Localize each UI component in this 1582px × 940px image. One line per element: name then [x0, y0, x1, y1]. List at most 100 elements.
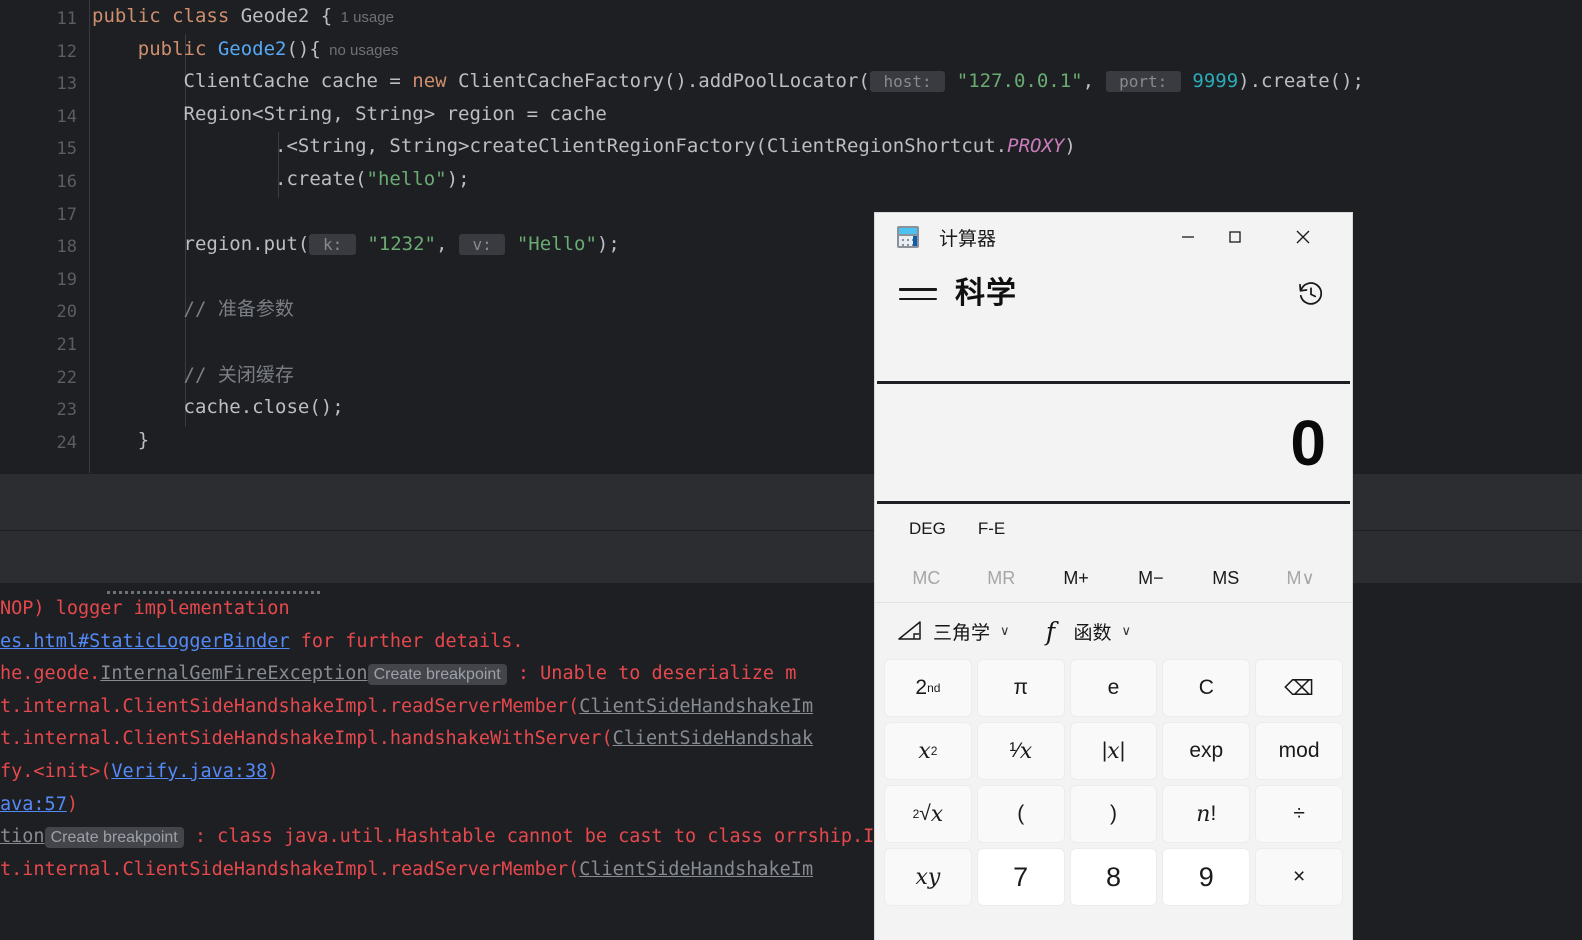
create-breakpoint-badge[interactable]: Create breakpoint [44, 827, 184, 849]
key-[interactable]: ( [976, 785, 1065, 843]
code-line[interactable]: .create("hello"); [89, 163, 1582, 196]
key-multiply[interactable]: × [1255, 848, 1343, 906]
console-text: : class java.util.Hashtable cannot be ca… [183, 826, 797, 848]
key-[interactable]: ) [1069, 785, 1158, 843]
code-token: (){ [286, 37, 321, 60]
code-token: "Hello" [516, 233, 597, 256]
code-token: , [435, 233, 459, 256]
calculator-function-row: 三角学 ∨ f 函数 ∨ [875, 602, 1352, 659]
line-number: 17 [56, 204, 77, 225]
code-token: ClientCache cache = [92, 70, 413, 93]
memory-button-m: M∨ [1286, 567, 1315, 588]
code-token: v: [458, 234, 506, 256]
code-line[interactable]: Region<String, String> region = cache [89, 98, 1582, 131]
code-line[interactable]: public Geode2(){ no usages [89, 33, 1582, 66]
console-link[interactable]: InternalGemFireException [100, 663, 367, 684]
code-line[interactable]: // 准备参数 [89, 293, 1582, 326]
code-token: Geode2 { [240, 5, 333, 27]
code-token: Region<String, String> region = cache [92, 102, 607, 125]
key-e[interactable]: e [1069, 659, 1158, 717]
key-mod[interactable]: mod [1255, 722, 1343, 780]
code-line[interactable] [89, 261, 1582, 294]
key-8[interactable]: 8 [1069, 848, 1158, 906]
line-number: 11 [56, 9, 77, 29]
function-group-function-f[interactable]: f 函数 ∨ [1038, 617, 1132, 646]
code-token: "1232" [367, 233, 436, 256]
create-breakpoint-badge[interactable]: Create breakpoint [367, 664, 507, 686]
key-[interactable]: π [976, 659, 1065, 717]
line-number: 15 [56, 139, 77, 160]
console-link[interactable]: ClientSideHandshak [613, 728, 813, 749]
window-title: 计算器 [939, 228, 997, 250]
line-number: 23 [56, 400, 77, 421]
key-sqrt[interactable]: 2 √ x [884, 785, 972, 843]
code-token: ); [446, 167, 470, 190]
code-line[interactable] [89, 326, 1582, 359]
key-1x[interactable]: ¹⁄ x [976, 722, 1065, 780]
maximize-button[interactable] [1211, 213, 1258, 261]
code-token: host: [869, 71, 946, 93]
calculator-window[interactable]: 计算器 科学 0 DEG F-E MC MR M+ M− MS M∨ 三角学 ∨… [875, 213, 1352, 940]
key-backspace[interactable]: ⌫ [1255, 659, 1343, 717]
calculator-titlebar[interactable]: 计算器 [875, 213, 1352, 261]
chevron-down-icon[interactable]: ∨ [1000, 623, 1010, 639]
calculator-display[interactable]: 0 [877, 381, 1350, 504]
function-group-triangle[interactable]: 三角学 ∨ [897, 618, 1010, 645]
hamburger-icon[interactable] [899, 275, 937, 313]
code-content[interactable]: public class Geode2 { 1 usage public Geo… [89, 0, 1582, 473]
code-token: "127.0.0.1" [956, 70, 1083, 93]
minimize-icon [1181, 236, 1194, 238]
code-token: } [92, 428, 150, 451]
code-line[interactable]: } [89, 424, 1582, 457]
minimize-button[interactable] [1164, 213, 1211, 261]
key-xy[interactable]: xy [884, 848, 972, 906]
function-group-label: 三角学 [933, 622, 991, 644]
console-link[interactable]: ClientSideHandshakeIm [579, 696, 813, 717]
mode-chip-f-e[interactable]: F-E [966, 513, 1017, 545]
code-token: region.put( [92, 233, 310, 256]
mode-chip-deg[interactable]: DEG [897, 513, 958, 545]
code-line[interactable]: public class Geode2 { 1 usage [89, 0, 1582, 33]
code-line[interactable]: cache.close(); [89, 391, 1582, 424]
line-number: 19 [56, 269, 77, 290]
console-text: : [506, 663, 541, 685]
history-button[interactable] [1292, 275, 1330, 313]
code-token: Geode2 [217, 37, 287, 60]
console-link[interactable]: tion [0, 826, 45, 847]
key-x[interactable]: | x | [1069, 722, 1158, 780]
console-link[interactable]: ClientSideHandshakeIm [579, 859, 813, 880]
console-link[interactable]: Verify.java:38 [111, 761, 267, 782]
code-line[interactable]: // 关闭缓存 [89, 359, 1582, 392]
key-c[interactable]: C [1162, 659, 1251, 717]
code-token: cache.close(); [92, 396, 344, 419]
console-text: he.geode. [0, 663, 101, 685]
triangle-icon [897, 619, 923, 643]
key-exp[interactable]: exp [1162, 722, 1251, 780]
chevron-down-icon[interactable]: ∨ [1122, 623, 1132, 639]
code-line[interactable]: ClientCache cache = new ClientCacheFacto… [89, 65, 1582, 98]
key-n[interactable]: n! [1162, 785, 1251, 843]
code-token: "hello" [366, 167, 447, 190]
code-line[interactable] [89, 196, 1582, 229]
console-link[interactable]: es.html#StaticLoggerBinder [0, 631, 290, 652]
editor-gutter[interactable]: 11 12 13 14 15 16 17 18 19 20 21 22 23 24 [0, 0, 90, 473]
key-7[interactable]: 7 [976, 848, 1065, 906]
key-divide[interactable]: ÷ [1255, 785, 1343, 843]
code-line[interactable]: .<String, String>createClientRegionFacto… [89, 130, 1582, 163]
memory-button-m[interactable]: M− [1113, 568, 1188, 589]
close-button[interactable] [1279, 213, 1326, 261]
line-number: 21 [56, 335, 77, 355]
code-line[interactable]: region.put( k: "1232", v: "Hello"); [89, 228, 1582, 261]
console-text: NOP) logger implementation [0, 598, 290, 619]
key-9[interactable]: 9 [1162, 848, 1251, 906]
key-2nd[interactable]: 2nd [884, 659, 972, 717]
memory-button-ms[interactable]: MS [1188, 568, 1263, 589]
console-link[interactable]: ava:57 [0, 794, 67, 815]
console-text: t.internal.ClientSideHandshakeImpl.hands… [0, 728, 613, 750]
code-token: ) [1064, 135, 1076, 158]
memory-button-m[interactable]: M+ [1039, 568, 1114, 589]
calculator-appbar: 科学 [875, 261, 1352, 381]
key-x[interactable]: x2 [884, 722, 972, 780]
